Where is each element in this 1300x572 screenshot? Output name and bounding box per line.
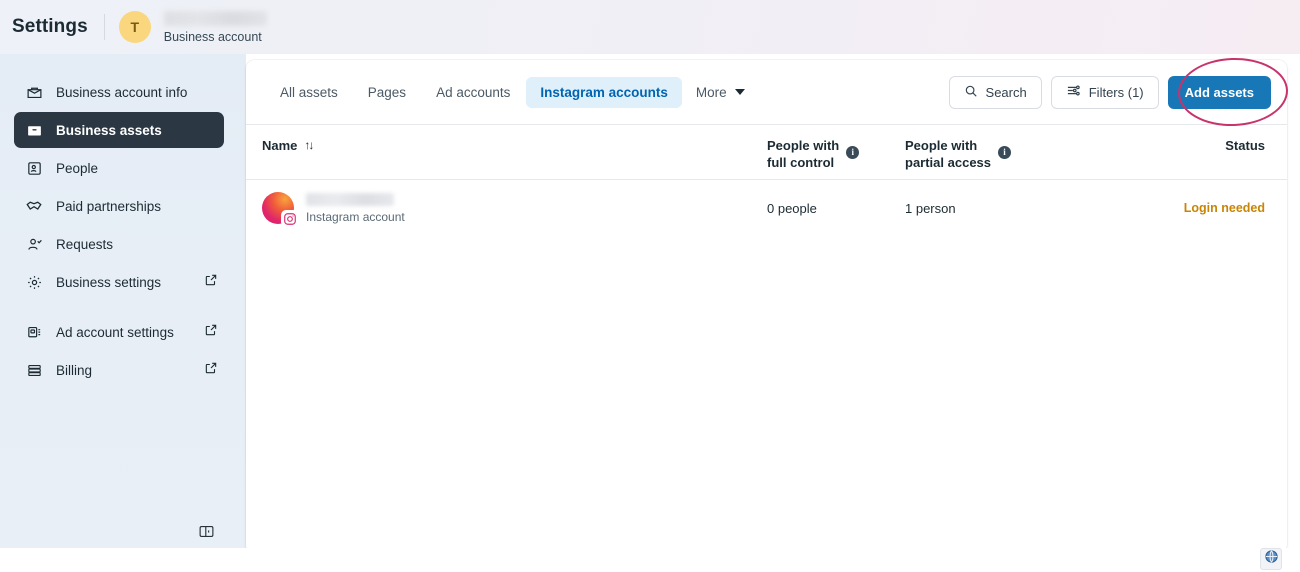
external-link-icon	[204, 323, 218, 342]
tab-ad-accounts[interactable]: Ad accounts	[422, 77, 524, 108]
cell-full-control: 0 people	[767, 201, 905, 216]
account-name-redacted	[164, 11, 267, 26]
user-check-icon	[23, 234, 45, 254]
table-row[interactable]: Instagram account 0 people 1 person Logi…	[246, 180, 1287, 236]
tab-pages[interactable]: Pages	[354, 77, 420, 108]
toolbar-actions: Search Filters (1) Add assets	[949, 76, 1271, 109]
column-header-name-label: Name	[262, 137, 297, 154]
tab-more-dropdown[interactable]: More	[684, 77, 757, 108]
page-bottom-strip	[0, 548, 1300, 572]
search-icon	[964, 84, 978, 101]
sidebar-item-requests[interactable]: Requests	[14, 226, 224, 262]
sidebar-item-ad-account-settings[interactable]: Ad account settings	[14, 314, 224, 350]
sidebar-item-label: Ad account settings	[56, 325, 174, 340]
tab-more-label: More	[696, 85, 727, 100]
asset-name-redacted	[306, 193, 394, 206]
sidebar-item-business-settings[interactable]: Business settings	[14, 264, 224, 300]
add-assets-button[interactable]: Add assets	[1168, 76, 1271, 109]
tab-all-assets[interactable]: All assets	[266, 77, 352, 108]
info-icon[interactable]: i	[998, 146, 1011, 159]
sidebar-item-label: Paid partnerships	[56, 199, 161, 214]
sidebar-item-people[interactable]: People	[14, 150, 224, 186]
sidebar-item-label: Business settings	[56, 275, 161, 290]
sidebar-item-business-assets[interactable]: Business assets	[14, 112, 224, 148]
column-header-name[interactable]: Name ↑↓	[262, 137, 767, 154]
handshake-icon	[23, 196, 45, 216]
column-header-full-control-line1: People with	[767, 138, 839, 153]
billing-stack-icon	[23, 360, 45, 380]
asset-type-label: Instagram account	[306, 210, 405, 224]
search-button[interactable]: Search	[949, 76, 1042, 109]
page-title: Settings	[10, 16, 104, 38]
sidebar-item-label: Requests	[56, 237, 113, 252]
cell-name: Instagram account	[262, 192, 767, 224]
settings-page: Settings T Business account Business acc…	[0, 0, 1300, 572]
archive-box-icon	[23, 120, 45, 140]
sidebar-item-business-account-info[interactable]: Business account info	[14, 74, 224, 110]
column-header-full-control: People with full control i	[767, 137, 905, 171]
filters-button[interactable]: Filters (1)	[1051, 76, 1159, 109]
column-header-partial-access-line2: partial access	[905, 155, 991, 170]
sidebar-item-label: Business assets	[56, 123, 162, 138]
sidebar-group-gap	[0, 300, 246, 314]
asset-type-tabs: All assets Pages Ad accounts Instagram a…	[266, 77, 757, 108]
external-link-icon	[204, 273, 218, 292]
avatar: T	[119, 11, 151, 43]
account-switcher[interactable]: T Business account	[119, 11, 267, 44]
external-link-icon	[204, 361, 218, 380]
top-header-bar: Settings T Business account	[0, 0, 1300, 54]
column-header-status: Status	[1225, 137, 1265, 154]
filters-icon	[1066, 83, 1081, 101]
sort-updown-icon[interactable]: ↑↓	[304, 137, 312, 154]
status-badge: Login needed	[1184, 201, 1265, 215]
filters-button-label: Filters (1)	[1089, 85, 1144, 100]
globe-icon	[1264, 549, 1279, 569]
tab-instagram-accounts[interactable]: Instagram accounts	[526, 77, 682, 108]
search-button-label: Search	[986, 85, 1027, 100]
column-header-partial-access: People with partial access i	[905, 137, 1155, 171]
asset-name-block: Instagram account	[306, 193, 405, 224]
account-text: Business account	[164, 11, 267, 44]
info-icon[interactable]: i	[846, 146, 859, 159]
assets-panel: All assets Pages Ad accounts Instagram a…	[246, 60, 1287, 553]
header-divider	[104, 14, 105, 40]
chevron-down-icon	[735, 89, 745, 95]
table-header: Name ↑↓ People with full control i Peopl…	[246, 125, 1287, 180]
instagram-icon	[281, 210, 298, 227]
gear-icon	[23, 272, 45, 292]
column-header-partial-access-line1: People with	[905, 138, 977, 153]
account-subtitle: Business account	[164, 30, 267, 44]
column-header-full-control-line2: full control	[767, 155, 834, 170]
sidebar-item-label: People	[56, 161, 98, 176]
briefcase-icon	[23, 82, 45, 102]
sidebar-item-paid-partnerships[interactable]: Paid partnerships	[14, 188, 224, 224]
sidebar: Business account info Business assets Pe…	[0, 54, 246, 572]
sidebar-item-label: Business account info	[56, 85, 187, 100]
sidebar-item-billing[interactable]: Billing	[14, 352, 224, 388]
sidebar-item-label: Billing	[56, 363, 92, 378]
cell-partial-access: 1 person	[905, 201, 1155, 216]
instagram-avatar	[262, 192, 294, 224]
assets-toolbar: All assets Pages Ad accounts Instagram a…	[246, 60, 1287, 125]
taskbar-globe-button[interactable]	[1260, 548, 1282, 570]
id-card-icon	[23, 158, 45, 178]
ad-account-icon	[23, 322, 45, 342]
sidebar-collapse-button[interactable]	[193, 518, 219, 544]
